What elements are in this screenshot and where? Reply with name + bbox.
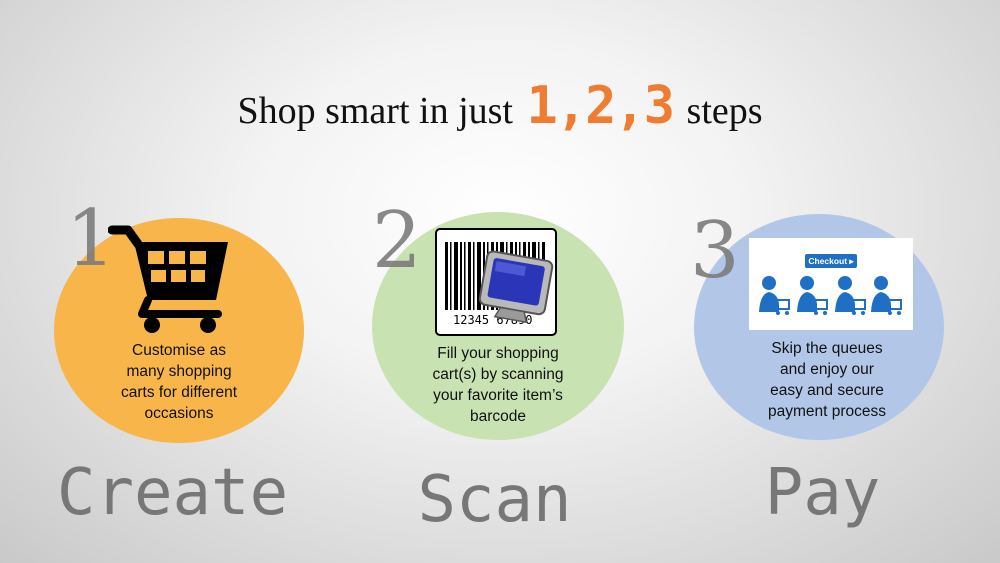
- step-2-number: 2: [372, 196, 422, 286]
- checkout-badge: Checkout ▸: [805, 254, 857, 268]
- shopping-cart-icon: [108, 225, 228, 333]
- step-2-label: Scan: [417, 463, 572, 537]
- barcode-scanner-icon: 12345 67890: [435, 228, 557, 336]
- step-3-label: Pay: [764, 456, 881, 530]
- step-1-description: Customise as many shopping carts for dif…: [120, 342, 237, 422]
- step-1-label: Create: [56, 456, 289, 530]
- step-3-number: 3: [690, 206, 740, 296]
- step-2-description: Fill your shopping cart(s) by scanning y…: [432, 345, 564, 425]
- shoppers-icon: [759, 276, 902, 315]
- title-suffix: steps: [686, 90, 763, 132]
- checkout-shoppers-icon: Checkout ▸: [749, 238, 913, 330]
- title-prefix: Shop smart in just: [237, 90, 513, 132]
- title-numbers: 1,2,3: [526, 76, 675, 136]
- page-title: Shop smart in just 1,2,3 steps: [0, 78, 1000, 139]
- step-3-description: Skip the queues and enjoy our easy and s…: [767, 340, 887, 420]
